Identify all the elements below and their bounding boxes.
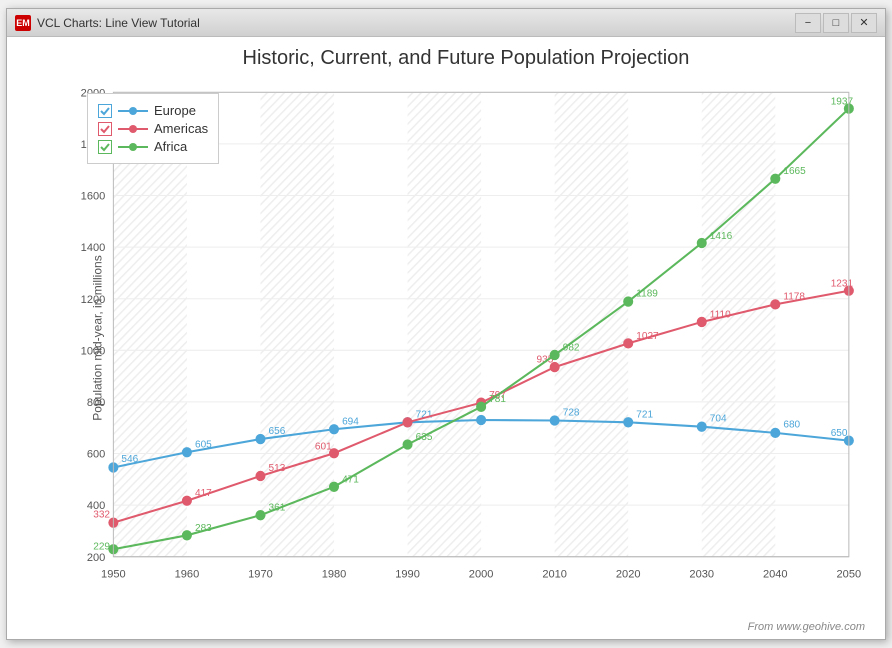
- americas-point-1960[interactable]: [182, 496, 192, 506]
- legend-item-europe: Europe: [98, 103, 208, 118]
- svg-text:600: 600: [87, 449, 105, 461]
- y-axis-label: Population mid-year, in millions: [91, 255, 105, 420]
- americas-point-1970[interactable]: [255, 471, 265, 481]
- svg-text:656: 656: [269, 426, 286, 437]
- svg-text:2030: 2030: [689, 568, 714, 580]
- europe-point-2000[interactable]: [476, 415, 486, 425]
- svg-text:361: 361: [269, 502, 286, 513]
- svg-text:1231: 1231: [831, 278, 854, 289]
- chart-title: Historic, Current, and Future Population…: [63, 47, 869, 70]
- africa-point-2030[interactable]: [697, 238, 707, 248]
- svg-text:2020: 2020: [616, 568, 641, 580]
- legend-checkbox-europe[interactable]: [98, 104, 112, 118]
- minimize-button[interactable]: −: [795, 13, 821, 33]
- africa-point-1960[interactable]: [182, 530, 192, 540]
- legend-item-americas: Americas: [98, 121, 208, 136]
- legend-item-africa: Africa: [98, 139, 208, 154]
- europe-point-2020[interactable]: [623, 417, 633, 427]
- svg-text:200: 200: [87, 552, 105, 564]
- europe-point-2010[interactable]: [550, 415, 560, 425]
- svg-text:2010: 2010: [542, 568, 567, 580]
- svg-text:680: 680: [783, 420, 800, 431]
- svg-text:982: 982: [563, 342, 580, 353]
- svg-text:1950: 1950: [101, 568, 126, 580]
- svg-text:332: 332: [93, 509, 110, 520]
- africa-point-2000[interactable]: [476, 402, 486, 412]
- legend-label-europe: Europe: [154, 103, 196, 118]
- europe-point-1980[interactable]: [329, 424, 339, 434]
- svg-text:1189: 1189: [636, 289, 658, 300]
- svg-text:1960: 1960: [175, 568, 200, 580]
- svg-text:2000: 2000: [469, 568, 494, 580]
- legend-checkbox-africa[interactable]: [98, 140, 112, 154]
- svg-text:1665: 1665: [783, 166, 806, 177]
- legend-checkbox-americas[interactable]: [98, 122, 112, 136]
- window-title: VCL Charts: Line View Tutorial: [37, 16, 795, 30]
- svg-text:1027: 1027: [636, 331, 659, 342]
- svg-text:229: 229: [93, 541, 110, 552]
- americas-point-2040[interactable]: [770, 299, 780, 309]
- svg-text:1416: 1416: [710, 231, 733, 242]
- svg-text:2050: 2050: [837, 568, 862, 580]
- svg-text:1937: 1937: [831, 97, 854, 108]
- source-label: From www.geohive.com: [748, 621, 865, 633]
- svg-text:2040: 2040: [763, 568, 788, 580]
- svg-text:635: 635: [416, 432, 433, 443]
- africa-point-1990[interactable]: [403, 439, 413, 449]
- svg-text:513: 513: [269, 463, 286, 474]
- svg-text:728: 728: [563, 407, 580, 418]
- svg-text:781: 781: [489, 394, 506, 405]
- legend: Europe Americas Af: [87, 93, 219, 164]
- svg-text:650: 650: [831, 428, 848, 439]
- americas-point-2030[interactable]: [697, 317, 707, 327]
- svg-text:704: 704: [710, 413, 727, 424]
- europe-point-1960[interactable]: [182, 447, 192, 457]
- window-controls: − □ ✕: [795, 13, 877, 33]
- title-bar: EM VCL Charts: Line View Tutorial − □ ✕: [7, 9, 885, 37]
- europe-point-2040[interactable]: [770, 428, 780, 438]
- svg-text:1400: 1400: [81, 242, 106, 254]
- africa-point-2010[interactable]: [550, 350, 560, 360]
- africa-point-2020[interactable]: [623, 296, 633, 306]
- svg-text:546: 546: [121, 454, 138, 465]
- main-window: EM VCL Charts: Line View Tutorial − □ ✕ …: [6, 8, 886, 640]
- svg-text:283: 283: [195, 523, 212, 534]
- svg-text:417: 417: [195, 488, 212, 499]
- africa-point-1970[interactable]: [255, 510, 265, 520]
- svg-text:605: 605: [195, 439, 212, 450]
- svg-text:1178: 1178: [783, 292, 805, 303]
- svg-text:471: 471: [342, 474, 359, 485]
- legend-label-africa: Africa: [154, 139, 187, 154]
- legend-label-americas: Americas: [154, 121, 208, 136]
- svg-text:1980: 1980: [322, 568, 347, 580]
- svg-text:1110: 1110: [710, 309, 731, 320]
- europe-point-1970[interactable]: [255, 434, 265, 444]
- svg-text:721: 721: [636, 409, 653, 420]
- close-button[interactable]: ✕: [851, 13, 877, 33]
- americas-point-2020[interactable]: [623, 338, 633, 348]
- africa-point-1980[interactable]: [329, 482, 339, 492]
- svg-text:1970: 1970: [248, 568, 273, 580]
- app-icon: EM: [15, 15, 31, 31]
- svg-text:1600: 1600: [81, 191, 106, 203]
- africa-point-2040[interactable]: [770, 174, 780, 184]
- americas-point-1990[interactable]: [403, 417, 413, 427]
- svg-text:694: 694: [342, 417, 359, 428]
- svg-text:601: 601: [315, 441, 332, 452]
- maximize-button[interactable]: □: [823, 13, 849, 33]
- europe-point-2030[interactable]: [697, 422, 707, 432]
- svg-text:1990: 1990: [395, 568, 420, 580]
